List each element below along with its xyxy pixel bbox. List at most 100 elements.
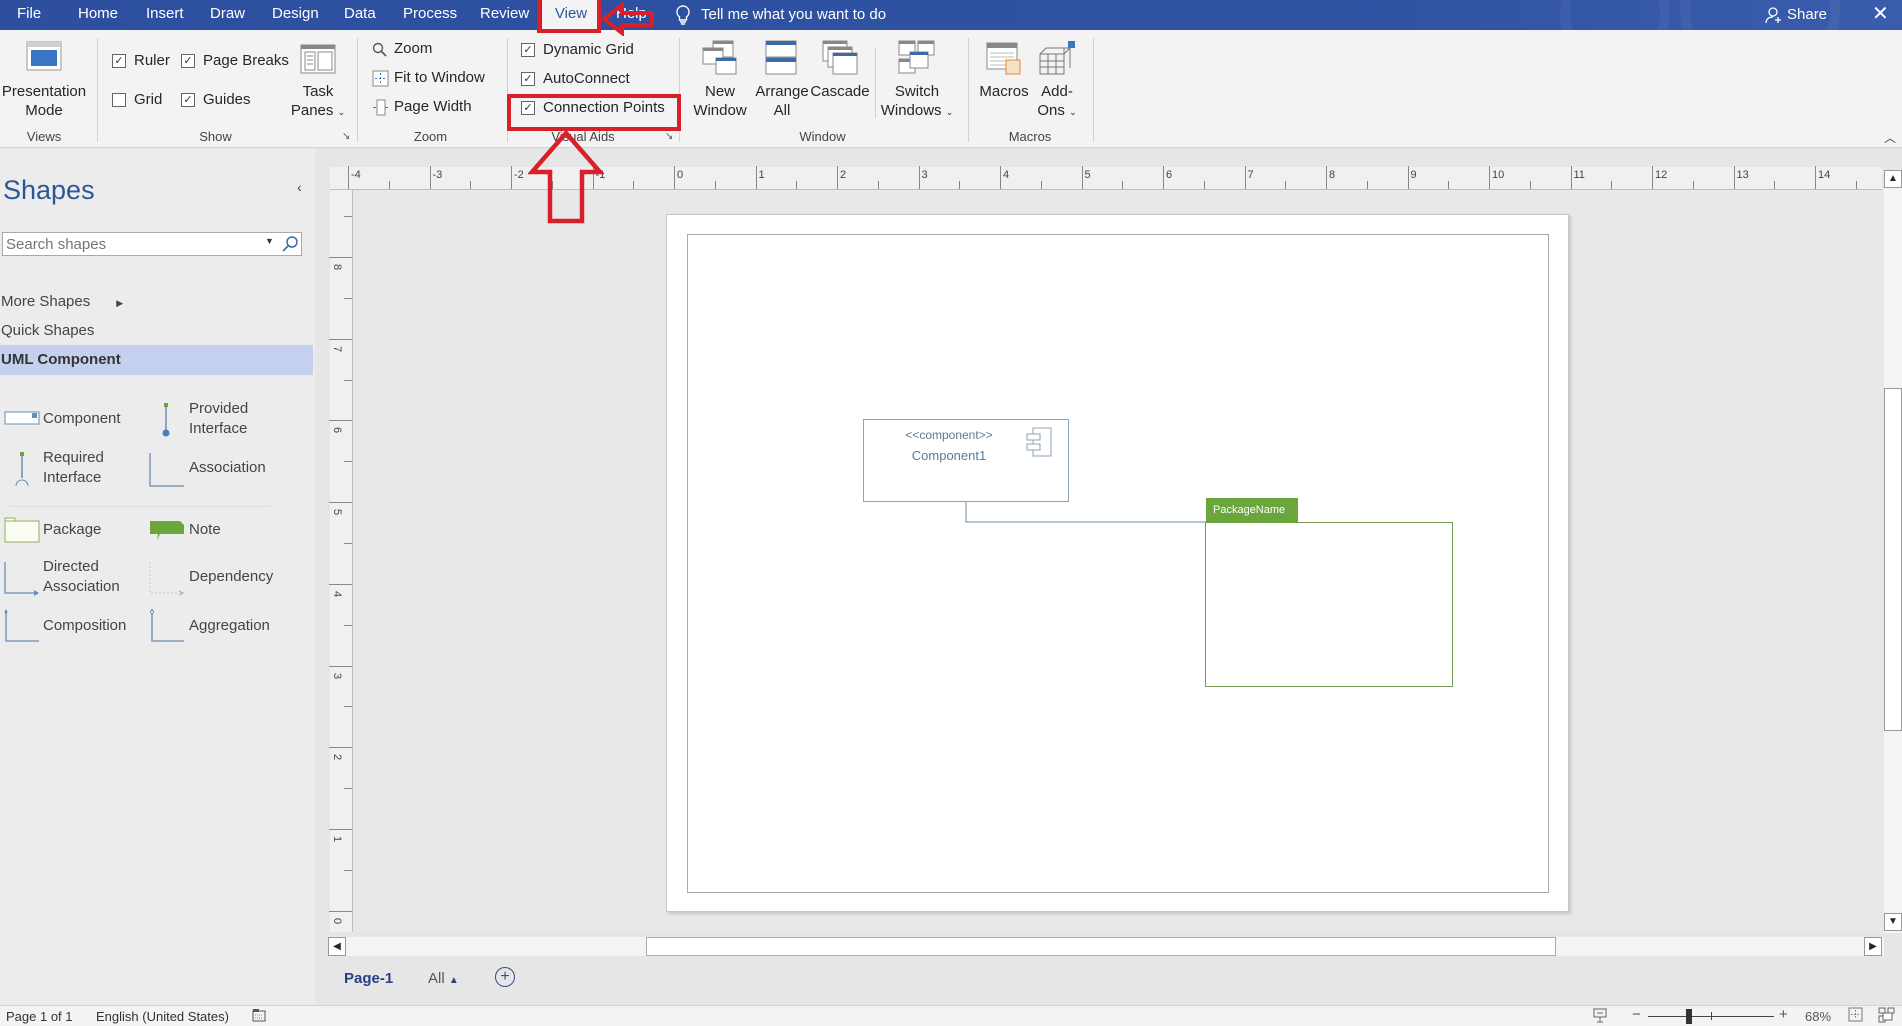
horizontal-scrollbar[interactable]: ◀ ▶ xyxy=(328,937,1884,956)
search-icon[interactable] xyxy=(281,235,299,253)
stencil-item-provided-interface[interactable]: Provided Interface xyxy=(148,399,298,443)
ruler-minor-tick xyxy=(344,869,352,871)
ruler-label: 14 xyxy=(1818,169,1831,181)
vertical-scroll-thumb[interactable] xyxy=(1884,388,1902,731)
tab-draw[interactable]: Draw xyxy=(210,0,245,30)
ruler-label: Ruler xyxy=(134,52,170,69)
tab-data[interactable]: Data xyxy=(344,0,376,30)
collapse-ribbon-icon[interactable]: ︿ xyxy=(1884,129,1896,146)
dialog-launcher-icon[interactable]: ↘ xyxy=(665,131,673,142)
add-ons-label: Add-Ons ⌄ xyxy=(1032,82,1082,122)
vertical-scrollbar[interactable]: ▲ ▼ xyxy=(1884,170,1902,933)
zoom-out-icon[interactable]: − xyxy=(1632,1006,1641,1023)
dropdown-arrow-icon[interactable]: ▼ xyxy=(265,236,274,246)
stencil-item-association[interactable]: Association xyxy=(148,448,298,492)
page-width-button[interactable]: Page Width xyxy=(372,98,492,118)
ruler-label: 12 xyxy=(1655,169,1668,181)
switch-windows-status-icon[interactable] xyxy=(1878,1007,1895,1026)
stencil-item-component[interactable]: Component xyxy=(2,404,142,434)
scroll-right-arrow-icon[interactable]: ▶ xyxy=(1864,937,1882,956)
language-status[interactable]: English (United States) xyxy=(96,1009,229,1024)
macro-recorder-icon[interactable] xyxy=(252,1008,266,1025)
shapes-pane: Shapes ‹ ▼ More Shapes ▶ Quick Shapes UML… xyxy=(0,149,315,1011)
cascade-button[interactable]: Cascade xyxy=(810,36,870,120)
composition-icon xyxy=(4,609,39,642)
stencil-label: Directed Association xyxy=(43,558,120,595)
ruler-minor-tick xyxy=(959,181,961,189)
ruler-minor-tick xyxy=(344,542,352,544)
stencil-item-package[interactable]: Package xyxy=(2,515,142,545)
ruler-minor-tick xyxy=(1774,181,1776,189)
scroll-down-arrow-icon[interactable]: ▼ xyxy=(1884,913,1902,931)
zoom-slider-midmark xyxy=(1711,1012,1712,1020)
close-icon[interactable]: ✕ xyxy=(1872,0,1889,30)
share-button[interactable]: Share xyxy=(1765,0,1827,30)
add-page-plus-icon[interactable]: + xyxy=(495,967,515,987)
presentation-mode-button[interactable]: Presentation Mode xyxy=(0,36,88,119)
package-shape-body[interactable] xyxy=(1205,522,1453,687)
stencil-label: Component xyxy=(43,410,121,427)
package-name-tab[interactable]: PackageName xyxy=(1206,498,1298,523)
zoom-in-icon[interactable]: + xyxy=(1779,1006,1788,1023)
guides-checkbox[interactable]: ✓ Guides xyxy=(181,91,261,111)
ruler-major-tick xyxy=(329,665,352,667)
search-shapes-input[interactable] xyxy=(3,233,253,255)
collapse-pane-chevron-left-icon[interactable]: ‹ xyxy=(297,179,302,195)
ruler-checkbox[interactable]: ✓ Ruler xyxy=(112,52,172,72)
component-shape[interactable]: <<component>> Component1 xyxy=(863,419,1069,502)
checkbox-checked-icon: ✓ xyxy=(181,93,195,107)
ruler-minor-tick xyxy=(1366,181,1368,189)
tab-home[interactable]: Home xyxy=(78,0,118,30)
ruler-minor-tick xyxy=(1122,181,1124,189)
tab-design[interactable]: Design xyxy=(272,0,319,30)
zoom-button[interactable]: Zoom xyxy=(372,40,462,60)
autoconnect-checkbox[interactable]: ✓ AutoConnect xyxy=(521,70,651,90)
tab-review[interactable]: Review xyxy=(480,0,529,30)
scroll-up-arrow-icon[interactable]: ▲ xyxy=(1884,170,1902,188)
stencil-item-aggregation[interactable]: Aggregation xyxy=(148,607,298,645)
page-tab-page-1[interactable]: Page-1 xyxy=(344,970,393,987)
presentation-mode-status-icon[interactable] xyxy=(1592,1007,1608,1026)
dialog-launcher-icon[interactable]: ↘ xyxy=(342,131,350,142)
scroll-left-arrow-icon[interactable]: ◀ xyxy=(328,937,346,956)
switch-windows-button[interactable]: Switch Windows ⌄ xyxy=(877,36,957,120)
stencil-uml-component[interactable]: UML Component xyxy=(0,345,313,375)
all-pages-button[interactable]: All ▲ xyxy=(428,970,459,987)
tab-process[interactable]: Process xyxy=(403,0,457,30)
horizontal-scroll-thumb[interactable] xyxy=(646,937,1556,956)
ruler-label: 4 xyxy=(1003,169,1010,181)
tab-insert[interactable]: Insert xyxy=(146,0,184,30)
add-ons-button[interactable]: Add-Ons ⌄ xyxy=(1032,36,1082,120)
task-panes-icon xyxy=(300,44,336,74)
fit-page-icon[interactable] xyxy=(1848,1007,1863,1025)
zoom-slider-thumb[interactable] xyxy=(1685,1009,1692,1024)
ruler-label: 1 xyxy=(331,835,344,842)
group-separator xyxy=(1093,38,1094,142)
new-window-button[interactable]: New Window xyxy=(688,36,752,120)
macros-button[interactable]: Macros xyxy=(976,36,1032,120)
fit-to-window-button[interactable]: Fit to Window xyxy=(372,69,502,89)
tab-file[interactable]: File xyxy=(15,0,43,30)
quick-shapes-link[interactable]: Quick Shapes xyxy=(1,322,94,339)
task-panes-button[interactable]: Task Panes ⌄ xyxy=(290,36,350,120)
new-window-icon xyxy=(702,40,737,75)
zoom-percent[interactable]: 68% xyxy=(1805,1009,1831,1024)
ruler-major-tick xyxy=(511,166,512,189)
ruler-label: 13 xyxy=(1736,169,1749,181)
stencil-item-required-interface[interactable]: Required Interface xyxy=(2,448,142,492)
stencil-item-note[interactable]: Note xyxy=(148,515,288,545)
more-shapes-link[interactable]: More Shapes ▶ xyxy=(1,293,123,310)
page-count-status[interactable]: Page 1 of 1 xyxy=(6,1009,73,1024)
stencil-label: Dependency xyxy=(189,568,274,585)
tell-me-search[interactable]: Tell me what you want to do xyxy=(675,0,886,30)
directed-association-icon xyxy=(4,562,39,596)
stencil-item-directed-association[interactable]: Directed Association xyxy=(2,557,142,601)
stencil-item-composition[interactable]: Composition xyxy=(2,607,142,645)
arrange-all-button[interactable]: Arrange All xyxy=(752,36,812,120)
grid-checkbox[interactable]: Grid xyxy=(112,91,172,111)
page-breaks-checkbox[interactable]: ✓ Page Breaks xyxy=(181,52,291,72)
aggregation-icon xyxy=(149,609,184,642)
dynamic-grid-checkbox[interactable]: ✓ Dynamic Grid xyxy=(521,41,651,61)
ruler-major-tick xyxy=(329,828,352,830)
stencil-item-dependency[interactable]: Dependency xyxy=(148,557,298,601)
